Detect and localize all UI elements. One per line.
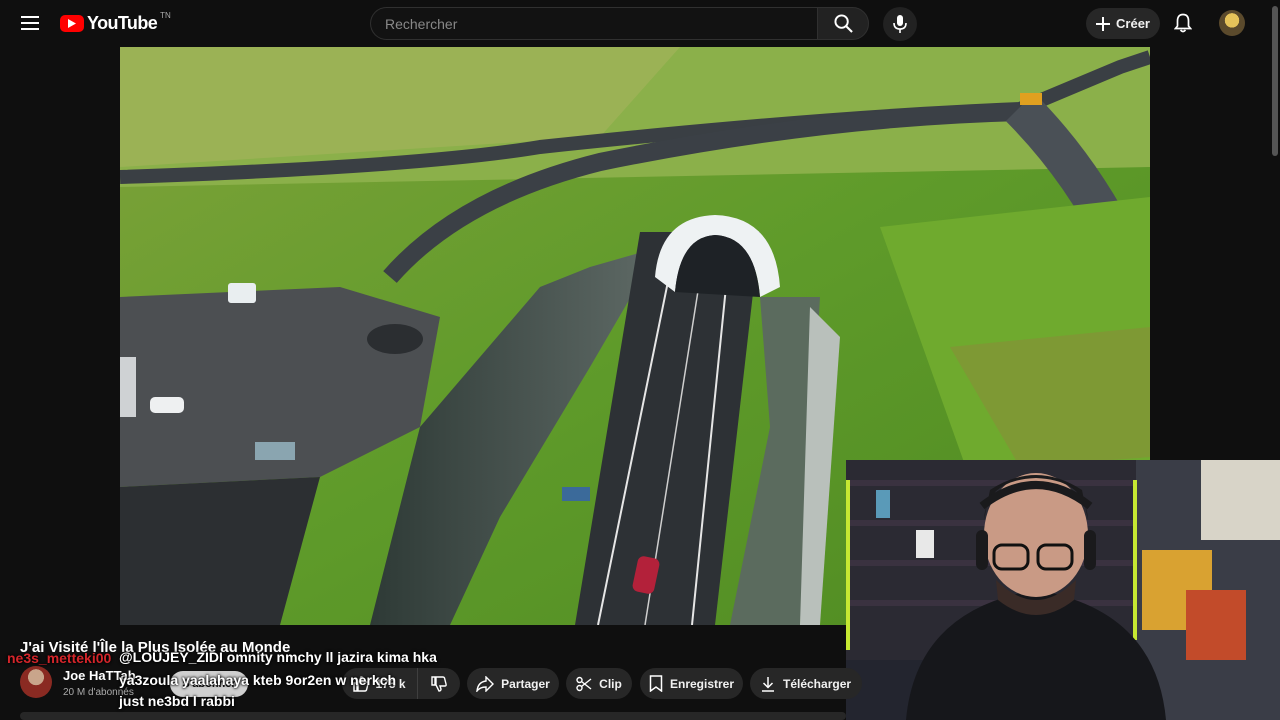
- share-button[interactable]: Partager: [467, 668, 559, 699]
- chat-username: ne3s_metteki00: [7, 650, 112, 666]
- create-label: Créer: [1116, 16, 1150, 31]
- scroll-thumb[interactable]: [1272, 6, 1278, 156]
- clip-button[interactable]: Clip: [566, 668, 632, 699]
- clip-label: Clip: [599, 676, 622, 691]
- top-bar: YouTube TN Créer: [0, 0, 1280, 46]
- chat-message: @LOUJEY_ZIDI omnity nmchy ll jazira kima…: [119, 649, 437, 665]
- save-label: Enregistrer: [669, 676, 735, 691]
- description-box[interactable]: [20, 712, 846, 720]
- search-box: [370, 7, 870, 40]
- download-label: Télécharger: [783, 676, 852, 691]
- streamer-webcam: [846, 460, 1280, 720]
- webcam-scene: [846, 460, 1280, 720]
- notifications-button[interactable]: [1168, 8, 1198, 38]
- chat-message: just ne3bd l rabbi: [119, 693, 235, 709]
- download-icon: [762, 676, 774, 692]
- account-avatar[interactable]: [1219, 10, 1245, 36]
- channel-avatar[interactable]: [20, 666, 52, 698]
- logo-text: YouTube: [87, 12, 158, 33]
- scissors-icon: [576, 676, 592, 691]
- play-logo-icon: [60, 14, 84, 32]
- youtube-logo[interactable]: YouTube TN: [60, 10, 171, 34]
- share-label: Partager: [501, 676, 550, 691]
- mic-icon: [893, 15, 907, 33]
- search-button[interactable]: [817, 7, 869, 40]
- bell-icon: [1174, 13, 1192, 33]
- create-button[interactable]: Créer: [1086, 8, 1160, 39]
- thumbs-down-icon: [431, 675, 447, 692]
- voice-search-button[interactable]: [883, 7, 917, 41]
- plus-icon: [1096, 16, 1111, 31]
- search-icon: [833, 14, 853, 33]
- save-button[interactable]: Enregistrer: [640, 668, 743, 699]
- menu-button[interactable]: [14, 7, 46, 39]
- share-icon: [476, 675, 495, 692]
- logo-country-code: TN: [160, 10, 171, 20]
- dislike-button[interactable]: [418, 668, 460, 699]
- download-button[interactable]: Télécharger: [750, 668, 862, 699]
- search-input[interactable]: [370, 7, 817, 40]
- chat-message: ya3zoula yaalahaya kteb 9or2en w nerkch: [119, 672, 397, 688]
- bookmark-icon: [649, 675, 663, 692]
- menu-icon: [21, 16, 39, 30]
